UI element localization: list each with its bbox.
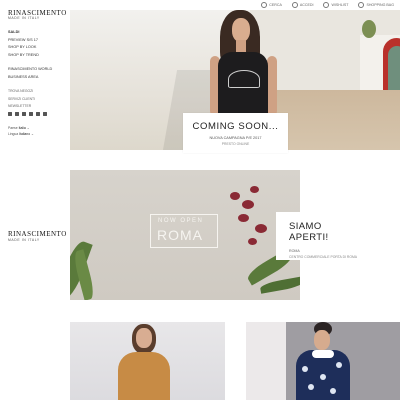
- hero-banner-roma[interactable]: NOW OPEN ROMA: [70, 170, 300, 300]
- sidebar-item-shop-by-trend[interactable]: SHOP BY TREND: [8, 53, 63, 57]
- google-plus-icon[interactable]: [43, 111, 47, 116]
- siamo-aperti-city: ROMA: [289, 249, 300, 253]
- product-card-right[interactable]: [246, 322, 400, 400]
- sidebar-item-saldi[interactable]: SALDI: [8, 30, 63, 34]
- youtube-icon[interactable]: [36, 111, 40, 116]
- country-select[interactable]: Paese Italia ⌄: [8, 126, 63, 130]
- siamo-aperti-card[interactable]: SIAMO APERTI! ROMA CENTRO COMMERCIALE PO…: [276, 212, 362, 260]
- top-links: CERCA ACCEDI WISHLIST SHOPPING BAG: [261, 2, 394, 8]
- sidebar-item-business[interactable]: BUSINESS AREA: [8, 75, 63, 79]
- instagram-icon[interactable]: [29, 111, 33, 116]
- sidebar-item-newsletter[interactable]: NEWSLETTER: [8, 104, 63, 108]
- pinterest-icon[interactable]: [22, 111, 26, 116]
- coming-soon-title: COMING SOON...: [192, 121, 279, 132]
- language-select[interactable]: Lingua Italiano ⌄: [8, 132, 63, 136]
- sidebar-nav: SALDI PREVIEW S/S 17 SHOP BY LOOK SHOP B…: [8, 30, 63, 138]
- orchid-image: [230, 192, 240, 200]
- coming-soon-card[interactable]: COMING SOON... NUOVA CAMPAGNA P/E 2017 P…: [183, 113, 288, 153]
- sidebar-item-shop-by-look[interactable]: SHOP BY LOOK: [8, 45, 63, 49]
- shopping-bag-link[interactable]: SHOPPING BAG: [358, 2, 394, 8]
- siamo-aperti-title: SIAMO APERTI!: [289, 221, 329, 243]
- social-links: [8, 111, 63, 116]
- sidebar-divider: [8, 60, 63, 67]
- brand-logo-secondary: RINASCIMENTO MADE IN ITALY: [8, 230, 67, 242]
- twitter-icon[interactable]: [15, 111, 19, 116]
- brand-tagline: MADE IN ITALY: [8, 16, 40, 20]
- locale-selectors: Paese Italia ⌄ Lingua Italiano ⌄: [8, 126, 63, 136]
- sidebar-item-preview[interactable]: PREVIEW S/S 17: [8, 38, 63, 42]
- product-card-left[interactable]: [70, 322, 225, 400]
- coming-soon-link[interactable]: PRESTO ONLINE: [183, 142, 288, 146]
- sidebar-item-world[interactable]: RINASCIMENTO WORLD: [8, 67, 63, 71]
- siamo-aperti-location[interactable]: CENTRO COMMERCIALE PORTA DI ROMA: [289, 255, 362, 259]
- search-icon: [261, 2, 268, 8]
- coming-soon-subtitle: NUOVA CAMPAGNA P/E 2017: [209, 136, 262, 140]
- bag-icon: [358, 2, 365, 8]
- now-open-text: NOW OPEN: [158, 218, 204, 224]
- top-bar: CERCA ACCEDI WISHLIST SHOPPING BAG RINAS…: [0, 0, 400, 20]
- heart-icon: [323, 2, 330, 8]
- wishlist-link[interactable]: WISHLIST: [323, 2, 348, 8]
- user-icon: [291, 2, 298, 8]
- sidebar-divider: [8, 82, 63, 89]
- sidebar-item-stores[interactable]: TROVA NEGOZI: [8, 89, 63, 93]
- login-link[interactable]: ACCEDI: [291, 2, 313, 8]
- roma-text: ROMA: [157, 227, 203, 243]
- facebook-icon[interactable]: [8, 111, 12, 116]
- sidebar-item-service[interactable]: SERVIZI CLIENTI: [8, 97, 63, 101]
- search-link[interactable]: CERCA: [261, 2, 282, 8]
